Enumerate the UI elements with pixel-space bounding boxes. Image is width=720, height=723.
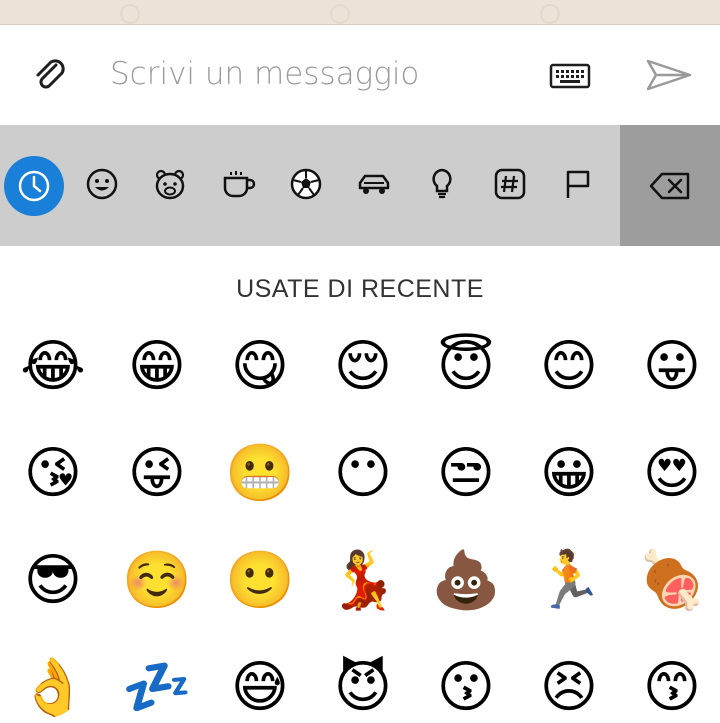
- emoji-key[interactable]: 😗: [431, 653, 501, 723]
- lightbulb-icon: [432, 168, 452, 199]
- hashtag-icon: [494, 168, 526, 200]
- backspace-icon: [649, 172, 690, 199]
- emoji-key[interactable]: 😂: [18, 332, 88, 402]
- emoji-key[interactable]: 💤: [122, 653, 192, 723]
- emoji-key[interactable]: 👌: [18, 653, 88, 723]
- emoji-key[interactable]: 😙: [637, 653, 707, 723]
- bear-icon: [155, 169, 185, 200]
- emoji-key[interactable]: 😀: [534, 439, 604, 509]
- emoji-key[interactable]: 😍: [637, 439, 707, 509]
- tab-smileys[interactable]: [74, 156, 130, 212]
- emoji-key[interactable]: 😜: [122, 439, 192, 509]
- paperclip-icon[interactable]: [30, 55, 70, 95]
- emoji-key[interactable]: 🏃: [534, 546, 604, 616]
- emoji-key[interactable]: 😶: [328, 439, 398, 509]
- emoji-category-bar: [0, 125, 720, 246]
- wallpaper-doodle: [330, 4, 350, 24]
- tab-flags[interactable]: [550, 156, 606, 212]
- emoji-key[interactable]: 😋: [225, 332, 295, 402]
- emoji-key[interactable]: 😘: [18, 439, 88, 509]
- emoji-key[interactable]: 😌: [328, 332, 398, 402]
- backspace-button[interactable]: [620, 125, 720, 246]
- emoji-key[interactable]: ☺️: [122, 546, 192, 616]
- keyboard-icon[interactable]: [549, 61, 591, 91]
- emoji-key[interactable]: 😣: [534, 653, 604, 723]
- tab-travel[interactable]: [346, 156, 402, 212]
- smiley-icon: [86, 168, 118, 200]
- emoji-key[interactable]: 😒: [431, 439, 501, 509]
- emoji-key[interactable]: 😊: [534, 332, 604, 402]
- message-composer: [0, 25, 720, 125]
- flag-icon: [566, 170, 590, 198]
- chat-wallpaper-strip: [0, 0, 720, 25]
- car-icon: [358, 174, 390, 194]
- emoji-key[interactable]: 😬: [225, 439, 295, 509]
- emoji-key[interactable]: 😎: [18, 546, 88, 616]
- soccer-ball-icon: [290, 168, 322, 200]
- emoji-key[interactable]: 😅: [225, 653, 295, 723]
- send-icon[interactable]: [644, 55, 694, 95]
- tab-activity[interactable]: [278, 156, 334, 212]
- cup-icon: [223, 171, 256, 198]
- emoji-key[interactable]: 😇: [431, 332, 501, 402]
- emoji-key[interactable]: 🍖: [637, 546, 707, 616]
- tab-symbols[interactable]: [482, 156, 538, 212]
- wallpaper-doodle: [540, 4, 560, 24]
- emoji-key[interactable]: 🙂: [225, 546, 295, 616]
- emoji-key[interactable]: 😁: [122, 332, 192, 402]
- section-title-recent: USATE DI RECENTE: [236, 275, 484, 303]
- emoji-key[interactable]: 💃: [328, 546, 398, 616]
- message-input[interactable]: [98, 52, 542, 96]
- emoji-key[interactable]: 😈: [328, 653, 398, 723]
- wallpaper-doodle: [120, 4, 140, 24]
- tab-food[interactable]: [210, 156, 266, 212]
- tab-recent[interactable]: [4, 156, 64, 216]
- clock-icon: [18, 170, 50, 202]
- tab-animals[interactable]: [142, 156, 198, 212]
- emoji-key[interactable]: 💩: [431, 546, 501, 616]
- tab-objects[interactable]: [414, 156, 470, 212]
- emoji-key[interactable]: 😛: [637, 332, 707, 402]
